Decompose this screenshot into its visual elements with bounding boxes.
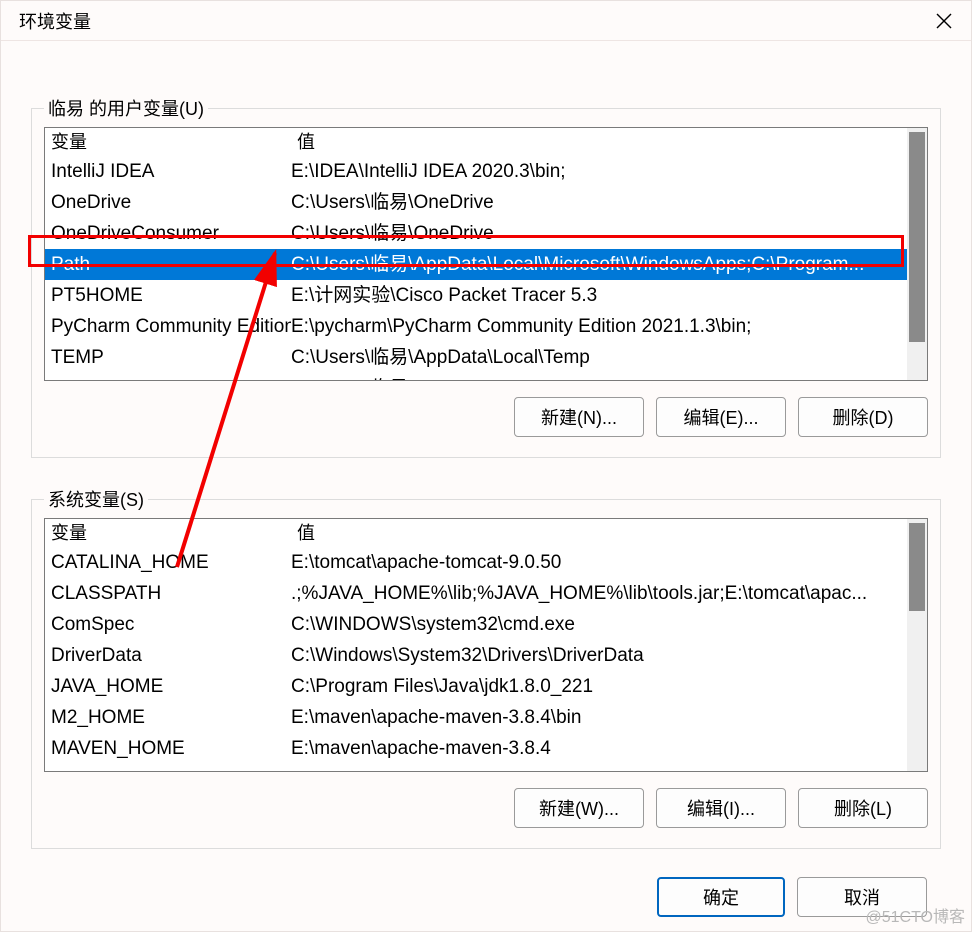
table-row[interactable]: M2_HOMEE:\maven\apache-maven-3.8.4\bin bbox=[45, 702, 907, 733]
variable-value-cell: E:\pycharm\PyCharm Community Edition 202… bbox=[291, 311, 907, 342]
variable-value-cell: E:\maven\apache-maven-3.8.4\bin bbox=[291, 702, 907, 733]
variable-name-cell: OneDrive bbox=[45, 187, 291, 218]
user-group-legend: 临易 的用户变量(U) bbox=[44, 95, 208, 121]
table-row[interactable]: JAVA_HOMEC:\Program Files\Java\jdk1.8.0_… bbox=[45, 671, 907, 702]
variable-name-cell: OneDriveConsumer bbox=[45, 218, 291, 249]
scrollbar[interactable] bbox=[907, 128, 927, 380]
variable-name-cell: TMP bbox=[45, 373, 291, 380]
column-header-value[interactable]: 值 bbox=[291, 128, 907, 156]
table-row[interactable]: OneDriveC:\Users\临易\OneDrive bbox=[45, 187, 907, 218]
variable-value-cell: C:\Users\临易\AppData\Local\Microsoft\Wind… bbox=[291, 249, 907, 280]
variable-value-cell: E:\计网实验\Cisco Packet Tracer 5.3 bbox=[291, 280, 907, 311]
edit-system-var-button[interactable]: 编辑(I)... bbox=[656, 788, 786, 828]
table-row[interactable]: PyCharm Community EditionE:\pycharm\PyCh… bbox=[45, 311, 907, 342]
variable-name-cell: MAVEN_HOME bbox=[45, 733, 291, 764]
system-group-legend: 系统变量(S) bbox=[44, 486, 148, 512]
variable-value-cell: C:\Program Files\Java\jdk1.8.0_221 bbox=[291, 671, 907, 702]
scrollbar-thumb[interactable] bbox=[909, 523, 925, 611]
user-buttons-row: 新建(N)... 编辑(E)... 删除(D) bbox=[44, 397, 928, 437]
table-row[interactable]: CATALINA_HOMEE:\tomcat\apache-tomcat-9.0… bbox=[45, 547, 907, 578]
variable-name-cell: TEMP bbox=[45, 342, 291, 373]
table-row[interactable]: MYSQL_HOMEE:\SQLnew\MySQL Server 5.7\bin bbox=[45, 764, 907, 771]
table-row[interactable]: OneDriveConsumerC:\Users\临易\OneDrive bbox=[45, 218, 907, 249]
titlebar: 环境变量 bbox=[1, 1, 971, 41]
variable-name-cell: JAVA_HOME bbox=[45, 671, 291, 702]
dialog-body: 临易 的用户变量(U) 变量 值 IntelliJ IDEAE:\IDEA\In… bbox=[1, 41, 971, 849]
column-header-variable[interactable]: 变量 bbox=[45, 128, 291, 156]
variable-name-cell: MYSQL_HOME bbox=[45, 764, 291, 771]
table-row[interactable]: MAVEN_HOMEE:\maven\apache-maven-3.8.4 bbox=[45, 733, 907, 764]
variable-name-cell: IntelliJ IDEA bbox=[45, 156, 291, 187]
user-variables-list[interactable]: 变量 值 IntelliJ IDEAE:\IDEA\IntelliJ IDEA … bbox=[44, 127, 928, 381]
table-row[interactable]: PathC:\Users\临易\AppData\Local\Microsoft\… bbox=[45, 249, 907, 280]
close-icon[interactable] bbox=[933, 10, 955, 32]
table-row[interactable]: TEMPC:\Users\临易\AppData\Local\Temp bbox=[45, 342, 907, 373]
variable-value-cell: C:\Windows\System32\Drivers\DriverData bbox=[291, 640, 907, 671]
user-variables-group: 临易 的用户变量(U) 变量 值 IntelliJ IDEAE:\IDEA\In… bbox=[31, 95, 941, 458]
variable-value-cell: E:\SQLnew\MySQL Server 5.7\bin bbox=[291, 764, 907, 771]
delete-user-var-button[interactable]: 删除(D) bbox=[798, 397, 928, 437]
new-user-var-button[interactable]: 新建(N)... bbox=[514, 397, 644, 437]
scrollbar-thumb[interactable] bbox=[909, 132, 925, 342]
system-variables-list[interactable]: 变量 值 CATALINA_HOMEE:\tomcat\apache-tomca… bbox=[44, 518, 928, 772]
scrollbar[interactable] bbox=[907, 519, 927, 771]
variable-name-cell: CATALINA_HOME bbox=[45, 547, 291, 578]
variable-name-cell: DriverData bbox=[45, 640, 291, 671]
column-header-variable[interactable]: 变量 bbox=[45, 519, 291, 547]
table-row[interactable]: CLASSPATH.;%JAVA_HOME%\lib;%JAVA_HOME%\l… bbox=[45, 578, 907, 609]
new-system-var-button[interactable]: 新建(W)... bbox=[514, 788, 644, 828]
table-row[interactable]: IntelliJ IDEAE:\IDEA\IntelliJ IDEA 2020.… bbox=[45, 156, 907, 187]
delete-system-var-button[interactable]: 删除(L) bbox=[798, 788, 928, 828]
system-buttons-row: 新建(W)... 编辑(I)... 删除(L) bbox=[44, 788, 928, 828]
list-header: 变量 值 bbox=[45, 128, 907, 156]
variable-value-cell: E:\IDEA\IntelliJ IDEA 2020.3\bin; bbox=[291, 156, 907, 187]
table-row[interactable]: DriverDataC:\Windows\System32\Drivers\Dr… bbox=[45, 640, 907, 671]
list-header: 变量 值 bbox=[45, 519, 907, 547]
dialog-footer: 确定 取消 bbox=[1, 849, 971, 917]
variable-value-cell: C:\Users\临易\OneDrive bbox=[291, 187, 907, 218]
column-header-value[interactable]: 值 bbox=[291, 519, 907, 547]
watermark-text: @51CTO博客 bbox=[865, 903, 965, 927]
variable-name-cell: M2_HOME bbox=[45, 702, 291, 733]
variable-value-cell: C:\Users\临易\OneDrive bbox=[291, 218, 907, 249]
variable-name-cell: ComSpec bbox=[45, 609, 291, 640]
variable-value-cell: C:\WINDOWS\system32\cmd.exe bbox=[291, 609, 907, 640]
edit-user-var-button[interactable]: 编辑(E)... bbox=[656, 397, 786, 437]
table-row[interactable]: PT5HOMEE:\计网实验\Cisco Packet Tracer 5.3 bbox=[45, 280, 907, 311]
variable-value-cell: E:\maven\apache-maven-3.8.4 bbox=[291, 733, 907, 764]
system-variables-group: 系统变量(S) 变量 值 CATALINA_HOMEE:\tomcat\apac… bbox=[31, 486, 941, 849]
env-variables-dialog: 环境变量 临易 的用户变量(U) 变量 值 IntelliJ IDEAE:\ID… bbox=[0, 0, 972, 932]
variable-value-cell: .;%JAVA_HOME%\lib;%JAVA_HOME%\lib\tools.… bbox=[291, 578, 907, 609]
variable-value-cell: C:\Users\临易\AppData\Local\Temp bbox=[291, 342, 907, 373]
variable-value-cell: C:\Users\临易\AppData\Local\Temp bbox=[291, 373, 907, 380]
variable-name-cell: PyCharm Community Edition bbox=[45, 311, 291, 342]
dialog-title: 环境变量 bbox=[19, 8, 91, 34]
ok-button[interactable]: 确定 bbox=[657, 877, 785, 917]
table-row[interactable]: TMPC:\Users\临易\AppData\Local\Temp bbox=[45, 373, 907, 380]
table-row[interactable]: ComSpecC:\WINDOWS\system32\cmd.exe bbox=[45, 609, 907, 640]
variable-name-cell: PT5HOME bbox=[45, 280, 291, 311]
variable-name-cell: Path bbox=[45, 249, 291, 280]
variable-value-cell: E:\tomcat\apache-tomcat-9.0.50 bbox=[291, 547, 907, 578]
variable-name-cell: CLASSPATH bbox=[45, 578, 291, 609]
